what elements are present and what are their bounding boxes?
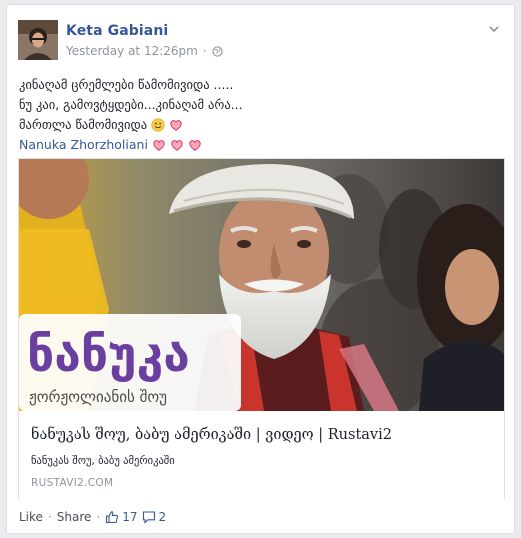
comment-icon [142,511,155,524]
author-name[interactable]: Keta Gabiani [66,23,168,39]
like-button[interactable]: Like [19,510,43,524]
post-text-line: კინაღამ ცრემლები წამომივიდა ..... [19,77,234,92]
link-preview-text[interactable]: ნანუკას შოუ, ბაბუ ამერიკაში | ვიდეო | Ru… [19,411,504,499]
likes-count[interactable]: 17 [105,510,138,524]
author-avatar[interactable] [18,20,58,60]
tagged-person-link[interactable]: Nanuka Zhorzholiani [19,135,148,155]
share-button[interactable]: Share [57,510,92,524]
card-logo-sub: ჟორჟოლიანის შოუ [29,388,167,406]
post-text-line: ნუ კაი, გამოვტყდები...კინაღამ არა... [19,97,243,112]
post-body: კინაღამ ცრემლები წამომივიდა ..... ნუ კაი… [19,75,243,155]
meta-separator: · [202,44,207,58]
link-description: ნანუკას შოუ, ბაბუ ამერიკაში [31,455,175,467]
post-actions: Like · Share · 17 2 [19,510,166,524]
thumbs-up-icon [106,511,119,524]
post-text-line: მართლა წამომივიდა [19,117,148,132]
heart-icon [153,140,165,151]
smile-emoji-icon [151,118,165,132]
link-title[interactable]: ნანუკას შოუ, ბაბუ ამერიკაში | ვიდეო | Ru… [31,427,392,443]
comments-count[interactable]: 2 [142,510,167,524]
link-preview-card[interactable]: ნანუკა ჟორჟოლიანის შოუ ნანუკას შოუ, ბაბუ… [18,158,505,499]
post-meta: Yesterday at 12:26pm · [66,44,223,58]
likes-count-value: 17 [122,510,138,524]
heart-icon [171,140,183,151]
globe-icon[interactable] [212,45,223,57]
link-preview-image[interactable]: ნანუკა ჟორჟოლიანის შოუ [19,159,504,411]
heart-icon [170,120,182,131]
action-separator: · [96,510,101,524]
comments-count-value: 2 [158,510,167,524]
feed-post: Keta Gabiani Yesterday at 12:26pm · კინა… [6,4,515,534]
post-timestamp[interactable]: Yesterday at 12:26pm [66,44,198,58]
link-domain: RUSTAVI2.COM [31,477,114,489]
card-logo-main: ნანუკა [27,327,190,383]
chevron-down-icon[interactable] [488,23,500,35]
action-separator: · [47,510,52,524]
heart-icon [189,140,201,151]
